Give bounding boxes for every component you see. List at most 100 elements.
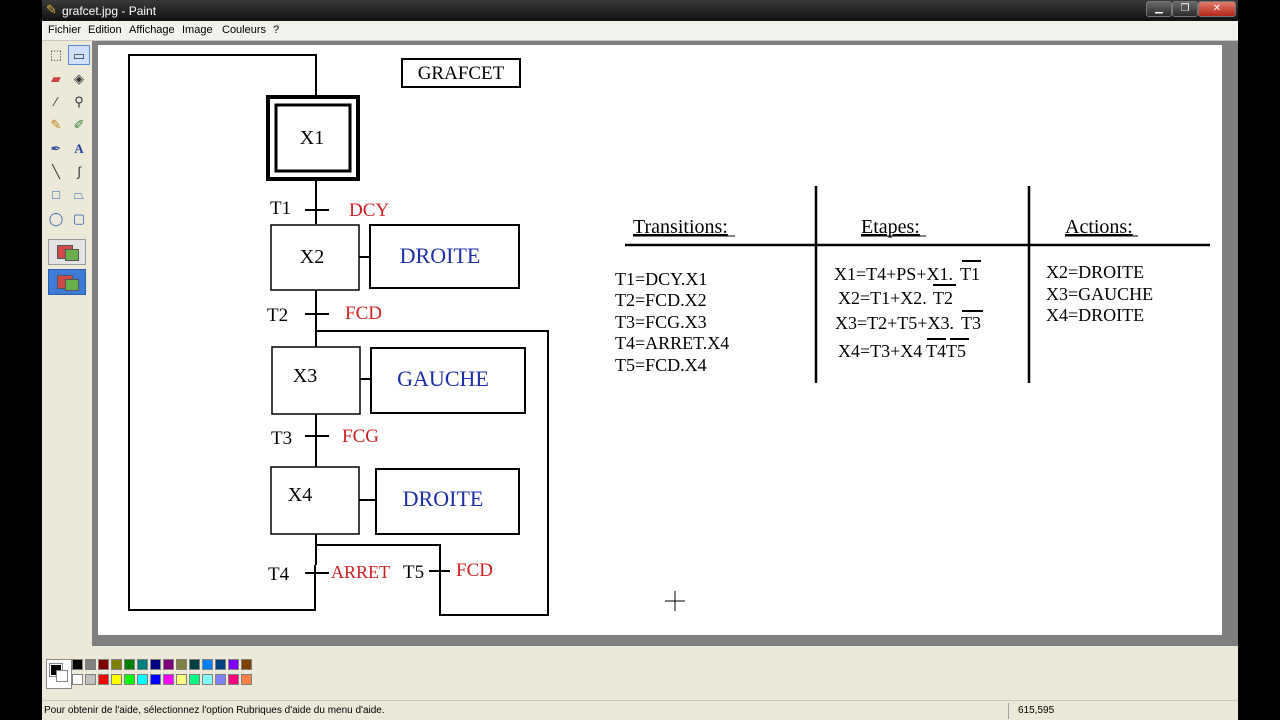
color-swatch[interactable]: [163, 674, 174, 685]
maximize-button[interactable]: ❐: [1172, 1, 1198, 17]
color-swatch[interactable]: [85, 659, 96, 670]
step-x2-label: X2: [300, 246, 324, 268]
color-swatch[interactable]: [85, 674, 96, 685]
transition-eq-1: T1=DCY.X1: [615, 269, 707, 289]
transition-eq-3: T3=FCG.X3: [615, 312, 707, 332]
close-button[interactable]: ✕: [1198, 1, 1236, 17]
header-etapes: Etapes:: [861, 216, 920, 238]
workspace: GRAFCET X1 X2 DROITE X3 GAUCHE X4 DROITE…: [92, 41, 1238, 646]
color-swatch[interactable]: [137, 659, 148, 670]
rect-select-icon[interactable]: ▭: [68, 45, 90, 65]
curve-icon[interactable]: ∫: [68, 162, 90, 182]
fill-icon[interactable]: ◈: [68, 69, 90, 89]
etape-eq-2-negated: T2: [933, 288, 953, 308]
color-swatch[interactable]: [189, 659, 200, 670]
ellipse-icon[interactable]: ◯: [45, 209, 67, 229]
color-swatch[interactable]: [98, 674, 109, 685]
cursor-coordinates: 615,595: [1018, 705, 1055, 716]
menu-help[interactable]: ?: [273, 24, 279, 36]
menu-bar: Fichier Edition Affichage Image Couleurs…: [42, 21, 1238, 41]
color-palette: [42, 655, 1238, 692]
color-swatch[interactable]: [215, 674, 226, 685]
condition-arret: ARRET: [331, 562, 390, 582]
color-swatch[interactable]: [137, 674, 148, 685]
transition-eq-2: T2=FCD.X2: [615, 290, 707, 310]
menu-image[interactable]: Image: [182, 24, 213, 36]
header-transitions: Transitions:: [633, 216, 728, 238]
etape-eq-3-negated: T3: [961, 313, 981, 333]
color-swatch[interactable]: [163, 659, 174, 670]
color-swatch[interactable]: [98, 659, 109, 670]
color-swatch[interactable]: [176, 659, 187, 670]
toolbox: ⬚ ▭ ▰ ◈ ⁄ ⚲ ✎ ✐ ✒ A ╲ ∫ □ ⏢ ◯ ▢: [42, 41, 92, 646]
action-x4-label: DROITE: [403, 486, 484, 511]
minimize-button[interactable]: ▁: [1146, 1, 1172, 17]
color-swatch[interactable]: [124, 659, 135, 670]
status-message: Pour obtenir de l'aide, sélectionnez l'o…: [44, 705, 385, 716]
etape-eq-2: X2=T1+X2.: [838, 288, 927, 308]
background-color: [56, 670, 68, 682]
menu-affichage[interactable]: Affichage: [129, 24, 175, 36]
rounded-rect-icon[interactable]: ▢: [68, 209, 90, 229]
crosshair-cursor-icon: [665, 591, 685, 611]
header-actions: Actions:: [1065, 216, 1133, 238]
transition-t4-label: T4: [268, 564, 290, 585]
magnifier-icon[interactable]: ⚲: [68, 92, 90, 112]
grafcet-drawing: GRAFCET X1 X2 DROITE X3 GAUCHE X4 DROITE…: [128, 54, 1210, 616]
title-bar[interactable]: ✎ grafcet.jpg - Paint ▁ ❐ ✕: [42, 0, 1238, 21]
paint-app-icon: ✎: [46, 2, 57, 17]
color-swatch[interactable]: [202, 659, 213, 670]
color-swatch[interactable]: [228, 674, 239, 685]
color-swatch[interactable]: [150, 674, 161, 685]
color-swatch[interactable]: [72, 674, 83, 685]
action-eq-3: X4=DROITE: [1046, 305, 1144, 325]
brush-icon[interactable]: ✐: [68, 115, 90, 135]
color-swatch[interactable]: [202, 674, 213, 685]
color-swatch[interactable]: [150, 659, 161, 670]
status-bar: Pour obtenir de l'aide, sélectionnez l'o…: [42, 700, 1238, 720]
action-eq-2: X3=GAUCHE: [1046, 284, 1153, 304]
window-title: grafcet.jpg - Paint: [62, 4, 157, 18]
transition-t1-label: T1: [270, 198, 291, 219]
etape-eq-1: X1=T4+PS+X1.: [834, 264, 953, 284]
color-picker-icon[interactable]: ⁄: [45, 92, 67, 112]
eraser-icon[interactable]: ▰: [45, 69, 67, 89]
color-swatch[interactable]: [241, 674, 252, 685]
menu-edition[interactable]: Edition: [88, 24, 122, 36]
color-swatch[interactable]: [215, 659, 226, 670]
transparency-option-transparent[interactable]: [48, 269, 86, 295]
pencil-icon[interactable]: ✎: [45, 115, 67, 135]
menu-couleurs[interactable]: Couleurs: [222, 24, 266, 36]
text-icon[interactable]: A: [68, 139, 90, 159]
line-icon[interactable]: ╲: [45, 162, 67, 182]
menu-fichier[interactable]: Fichier: [48, 24, 81, 36]
color-swatch[interactable]: [111, 659, 122, 670]
airbrush-icon[interactable]: ✒: [45, 139, 67, 159]
condition-fcd-t2: FCD: [345, 303, 382, 324]
action-x3-label: GAUCHE: [397, 366, 489, 391]
action-x2-label: DROITE: [400, 243, 481, 268]
color-swatch[interactable]: [241, 659, 252, 670]
color-swatch[interactable]: [124, 674, 135, 685]
rectangle-icon[interactable]: □: [45, 185, 67, 205]
free-select-icon[interactable]: ⬚: [45, 45, 67, 65]
condition-fcg: FCG: [342, 426, 379, 447]
condition-dcy: DCY: [349, 200, 389, 221]
transition-eq-4: T4=ARRET.X4: [615, 333, 729, 353]
transparency-option-opaque[interactable]: [48, 239, 86, 265]
paint-window: ✎ grafcet.jpg - Paint ▁ ❐ ✕ Fichier Edit…: [42, 0, 1238, 720]
drawing-canvas[interactable]: GRAFCET X1 X2 DROITE X3 GAUCHE X4 DROITE…: [98, 45, 1222, 635]
polygon-icon[interactable]: ⏢: [68, 185, 90, 205]
color-swatch[interactable]: [189, 674, 200, 685]
step-x1-label: X1: [300, 127, 324, 149]
color-swatch[interactable]: [176, 674, 187, 685]
color-swatch[interactable]: [72, 659, 83, 670]
transition-t5-label: T5: [403, 562, 424, 583]
grafcet-title: GRAFCET: [418, 63, 505, 84]
action-eq-1: X2=DROITE: [1046, 262, 1144, 282]
current-colors[interactable]: [46, 659, 72, 689]
color-swatch[interactable]: [228, 659, 239, 670]
color-swatch[interactable]: [111, 674, 122, 685]
etape-eq-4-negated: T4T5: [926, 341, 966, 361]
etape-eq-4: X4=T3+X4: [838, 341, 922, 361]
